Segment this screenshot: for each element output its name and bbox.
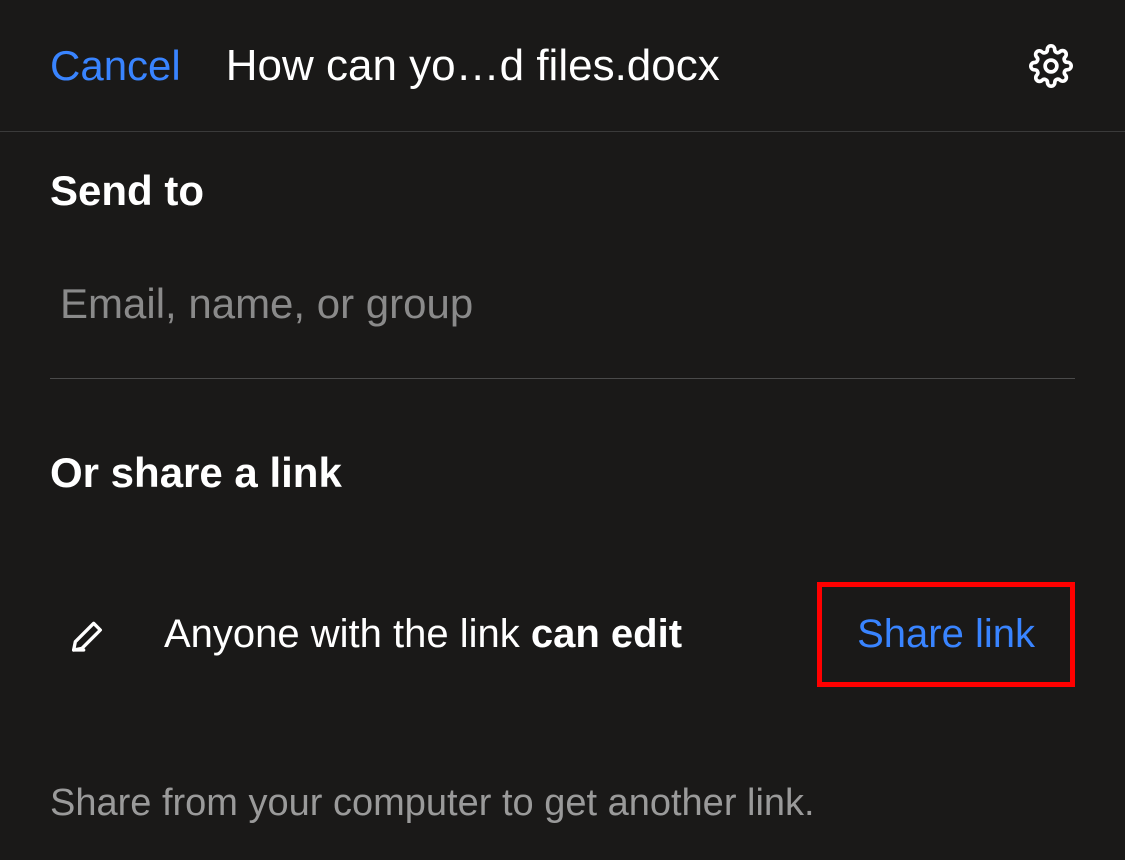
share-dialog-content: Send to Or share a link Anyone with the … xyxy=(0,132,1125,860)
cancel-button[interactable]: Cancel xyxy=(50,42,181,90)
settings-icon[interactable] xyxy=(1027,42,1075,90)
share-link-section: Or share a link Anyone with the link can… xyxy=(50,449,1075,825)
permission-level: can edit xyxy=(531,612,682,656)
link-permission-row: Anyone with the link can edit Share link xyxy=(50,582,1075,687)
recipient-input[interactable] xyxy=(50,265,1075,379)
file-title: How can yo…d files.docx xyxy=(226,41,1027,91)
link-permission-text[interactable]: Anyone with the link can edit xyxy=(164,612,817,657)
share-link-button[interactable]: Share link xyxy=(817,582,1075,687)
share-link-heading: Or share a link xyxy=(50,449,1075,497)
permission-prefix: Anyone with the link xyxy=(164,612,531,656)
footer-hint-text: Share from your computer to get another … xyxy=(50,782,1075,825)
send-to-heading: Send to xyxy=(50,167,1075,215)
share-dialog-header: Cancel How can yo…d files.docx xyxy=(0,0,1125,132)
edit-icon[interactable] xyxy=(65,613,109,657)
